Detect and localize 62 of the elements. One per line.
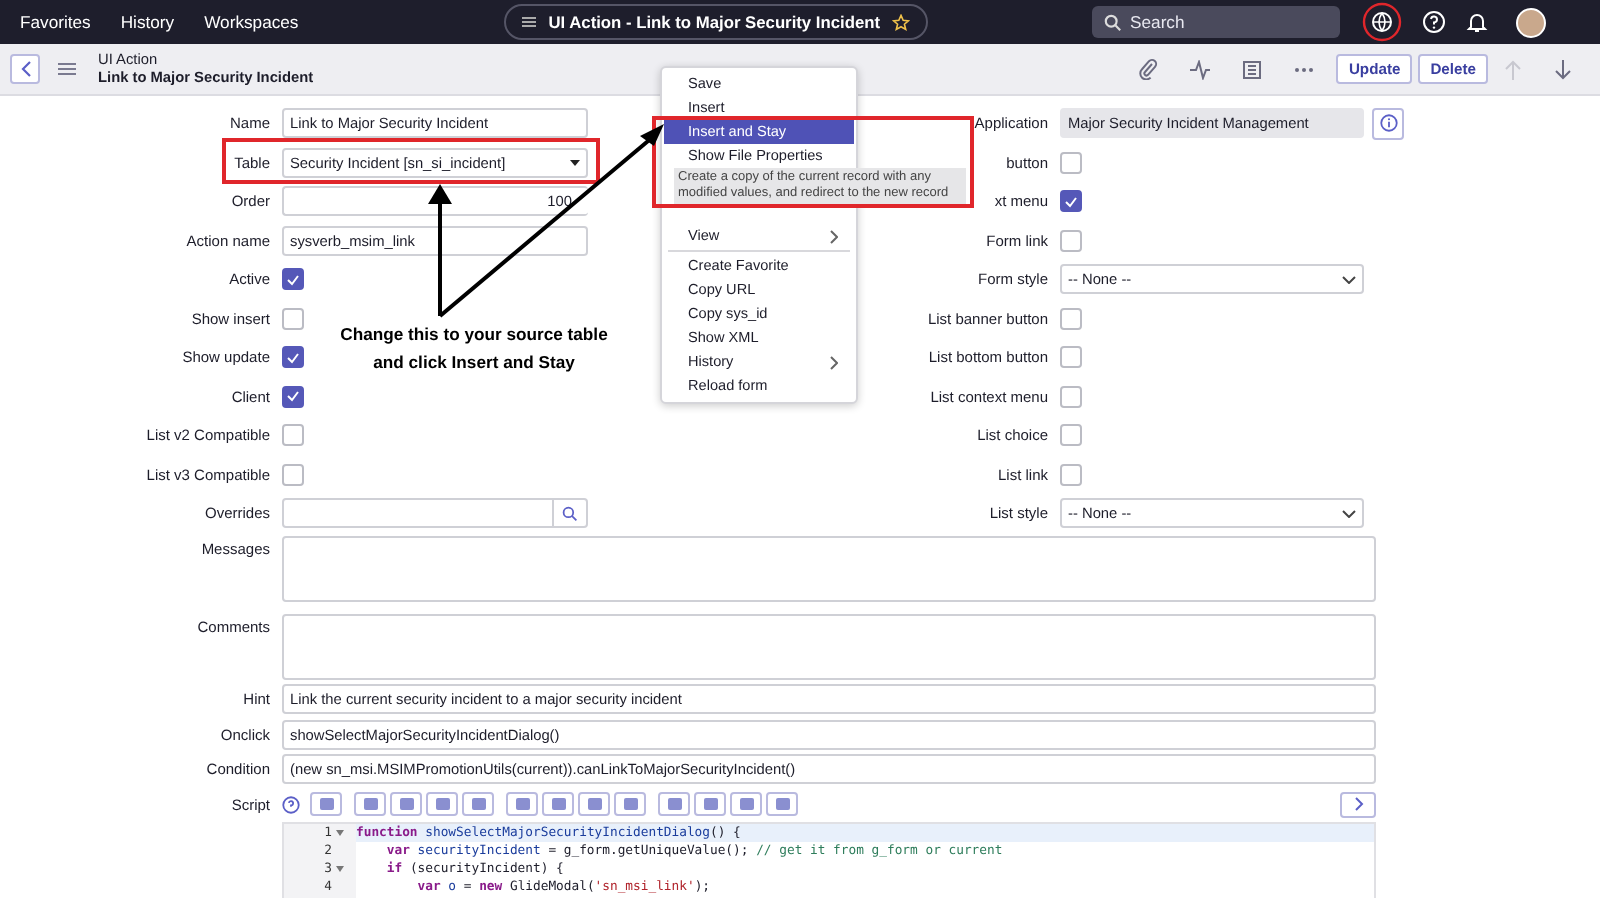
checkbox[interactable] [1060,151,1082,174]
lookup-field[interactable] [282,498,588,529]
checkbox[interactable] [1060,190,1082,213]
editor-tool-button[interactable] [390,792,422,816]
arrow-down-icon[interactable] [1554,59,1572,79]
back-button[interactable] [10,54,40,84]
editor-tool-button[interactable] [354,792,386,816]
menu-icon[interactable] [58,62,76,76]
editor-tool-button[interactable] [462,792,494,816]
text-area[interactable] [282,613,1376,679]
fold-icon[interactable] [336,829,344,835]
editor-tool-button[interactable] [310,792,342,816]
editor-tool-button[interactable] [694,792,726,816]
info-button[interactable] [1372,107,1404,140]
search-icon [562,505,578,522]
list-icon [522,16,537,28]
checkbox[interactable] [1060,307,1082,330]
chevron-left-icon [19,60,31,78]
checkbox[interactable] [1060,385,1082,408]
fold-icon[interactable] [336,865,344,871]
caret-icon [570,159,580,166]
editor-tool-button[interactable] [506,792,538,816]
nav-link[interactable]: Favorites [20,12,91,32]
bell-icon[interactable] [1466,10,1489,34]
checkbox[interactable] [1060,463,1082,486]
checkbox[interactable] [282,307,304,330]
info-icon [1379,114,1397,133]
chevron-down-icon [1342,275,1356,284]
editor-tool-button[interactable] [614,792,646,816]
search-icon [1104,13,1123,31]
checkbox[interactable] [282,463,304,486]
editor-tool-button[interactable] [426,792,458,816]
paperclip-icon[interactable] [1138,58,1159,80]
checkbox[interactable] [1060,424,1082,447]
checkbox[interactable] [282,385,304,408]
checkbox[interactable] [282,424,304,447]
annotation-text: Change this to your source table [340,322,608,348]
globe-icon[interactable] [1362,2,1403,42]
record-title-pill[interactable]: UI Action - Link to Major Security Incident [504,4,929,40]
editor-tool-button[interactable] [658,792,690,816]
more-icon[interactable] [1294,65,1315,73]
editor-tool-button[interactable] [578,792,610,816]
checkbox[interactable] [1060,229,1082,252]
expand-button[interactable] [1340,791,1376,817]
record-title: UI Action - Link to Major Security Incident [548,12,881,32]
pulse-icon[interactable] [1190,59,1211,79]
checkbox[interactable] [1060,346,1082,369]
avatar[interactable] [1516,7,1547,37]
nav-link[interactable]: Workspaces [204,12,299,32]
code-editor[interactable] [282,821,1376,898]
chevron-right-icon [1353,796,1363,812]
editor-tool-button[interactable] [730,792,762,816]
chevron-down-icon [1342,509,1356,518]
editor-tool-button[interactable] [766,792,798,816]
list-icon[interactable] [1242,59,1263,79]
checkbox[interactable] [282,346,304,369]
nav-link[interactable]: History [120,12,175,32]
star-icon[interactable] [892,13,911,31]
search-field[interactable]: Search [1092,6,1341,38]
checkbox[interactable] [282,268,304,291]
editor-tool-button[interactable] [542,792,574,816]
annotation-text: and click Insert and Stay [373,350,575,376]
